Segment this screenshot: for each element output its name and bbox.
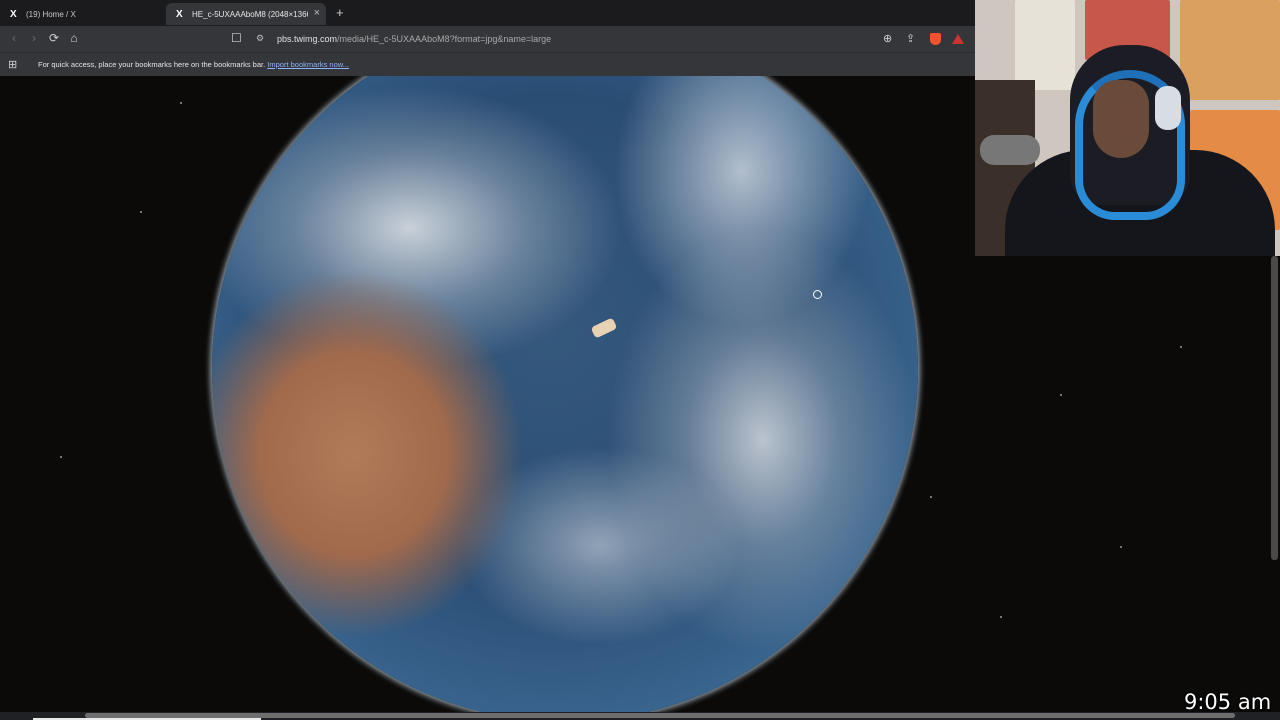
webcam-overlay	[975, 0, 1280, 256]
poster	[1015, 0, 1075, 90]
microphone	[980, 135, 1040, 165]
home-button[interactable]: ⌂	[66, 31, 82, 45]
apps-icon[interactable]: ⊞	[8, 58, 17, 71]
headphone	[1155, 86, 1181, 130]
import-bookmarks-link[interactable]: Import bookmarks now...	[267, 60, 349, 69]
brave-shields-icon[interactable]	[930, 33, 941, 45]
tab-strip: X (19) Home / X X HE_c-5UXAAAboM8 (2048×…	[0, 0, 975, 26]
site-info-icon[interactable]: ⚙	[256, 33, 264, 44]
bookmarks-hint: For quick access, place your bookmarks h…	[38, 60, 349, 69]
tab-home-x[interactable]: X (19) Home / X	[0, 3, 160, 25]
url-path: /media/HE_c-5UXAAAboM8?format=jpg&name=l…	[337, 34, 552, 44]
x-logo-icon: X	[10, 8, 17, 20]
clock-overlay: 9:05 am	[1184, 690, 1272, 714]
star	[1120, 546, 1122, 548]
mouse-cursor	[813, 290, 822, 299]
forward-button[interactable]: ›	[26, 31, 42, 45]
zoom-icon[interactable]: ⊕	[883, 32, 892, 45]
url-host: pbs.twimg.com	[277, 34, 338, 44]
brave-rewards-icon[interactable]	[952, 34, 964, 44]
navigation-toolbar: ‹ › ⟳ ⌂ ☐ ⚙ pbs.twimg.com/media/HE_c-5UX…	[0, 26, 975, 52]
close-tab-icon[interactable]: ×	[314, 7, 320, 19]
star	[1180, 346, 1182, 348]
earth-image[interactable]	[212, 76, 918, 712]
reload-button[interactable]: ⟳	[46, 31, 62, 45]
share-icon[interactable]: ⇪	[906, 32, 915, 45]
star	[180, 102, 182, 104]
tab-title: HE_c-5UXAAAboM8 (2048×1366)	[192, 9, 308, 19]
back-button[interactable]: ‹	[6, 31, 22, 45]
new-tab-button[interactable]: +	[336, 5, 344, 20]
bookmarks-bar: ⊞ For quick access, place your bookmarks…	[0, 52, 975, 76]
bookmarks-message: For quick access, place your bookmarks h…	[38, 60, 266, 69]
tab-image[interactable]: X HE_c-5UXAAAboM8 (2048×1366) ×	[166, 3, 326, 25]
browser-window: X (19) Home / X X HE_c-5UXAAAboM8 (2048×…	[0, 0, 975, 76]
poster	[1180, 0, 1280, 100]
bookmark-icon[interactable]: ☐	[231, 31, 242, 45]
star	[60, 456, 62, 458]
star	[140, 211, 142, 213]
star	[930, 496, 932, 498]
star	[1000, 616, 1002, 618]
vertical-scrollbar[interactable]	[1271, 256, 1278, 560]
x-logo-icon: X	[176, 8, 183, 20]
streamer-face	[1093, 80, 1149, 158]
tab-title: (19) Home / X	[26, 9, 76, 19]
star	[1060, 394, 1062, 396]
address-bar[interactable]: pbs.twimg.com/media/HE_c-5UXAAAboM8?form…	[277, 34, 551, 44]
